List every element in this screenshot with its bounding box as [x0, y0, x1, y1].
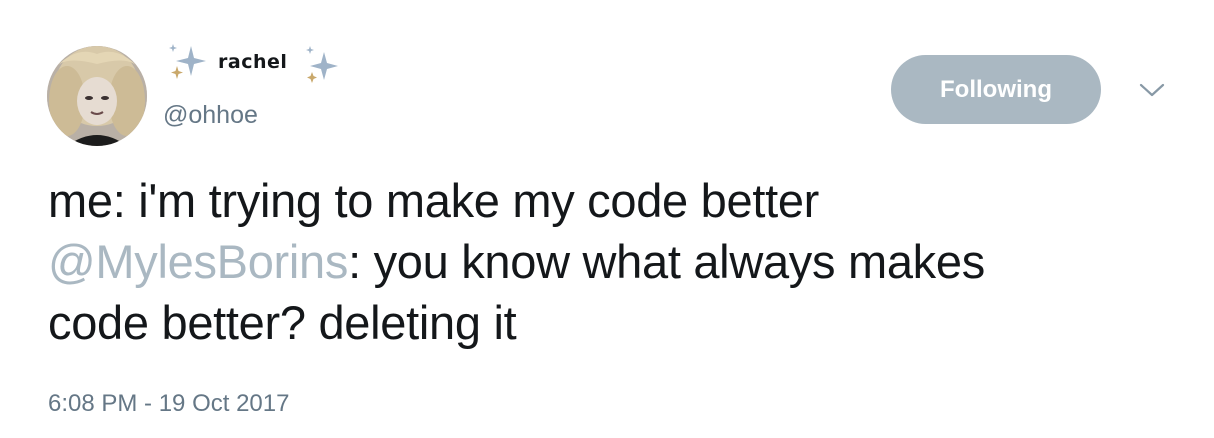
following-button[interactable]: Following [891, 55, 1101, 124]
tweet-text: me: i'm trying to make my code better @M… [48, 170, 1188, 353]
chevron-down-icon[interactable] [1138, 80, 1166, 100]
sparkles-icon [306, 46, 338, 83]
tweet-line: @MylesBorins: you know what always makes [48, 231, 1188, 292]
timestamp[interactable]: 6:08 PM - 19 Oct 2017 [48, 390, 289, 418]
sparkles-icon [169, 44, 206, 79]
name-row[interactable]: rachel [163, 38, 363, 88]
tweet-line-text: : you know what always makes [348, 235, 985, 288]
avatar[interactable] [47, 46, 147, 146]
user-handle[interactable]: @ohhoe [163, 101, 258, 130]
tweet-line: me: i'm trying to make my code better [48, 174, 820, 227]
tweet-line: code better? deleting it [48, 296, 517, 349]
display-name[interactable]: rachel [218, 51, 287, 73]
tweet-card: rachel @ohhoe Following me: i'm trying t… [0, 0, 1214, 438]
mention-link[interactable]: @MylesBorins [48, 235, 348, 288]
avatar-image [47, 46, 147, 146]
